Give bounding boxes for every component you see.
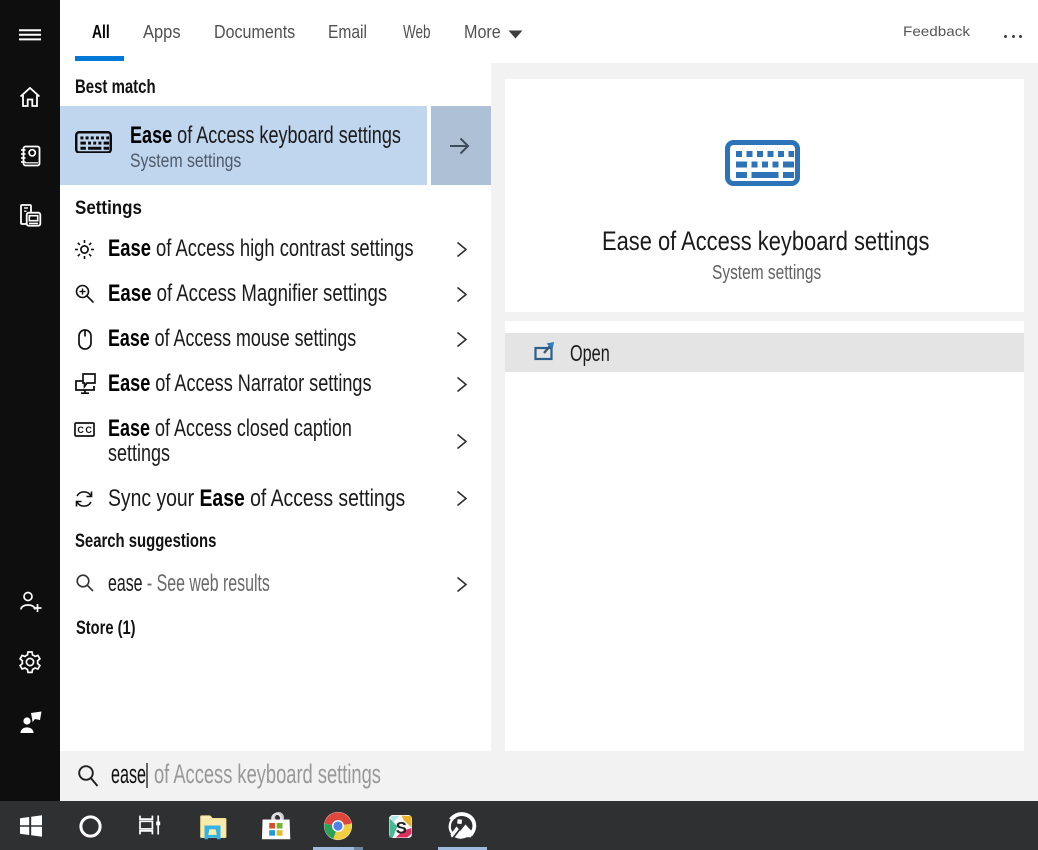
- svg-text:S: S: [396, 818, 407, 837]
- svg-text:CC: CC: [77, 425, 92, 435]
